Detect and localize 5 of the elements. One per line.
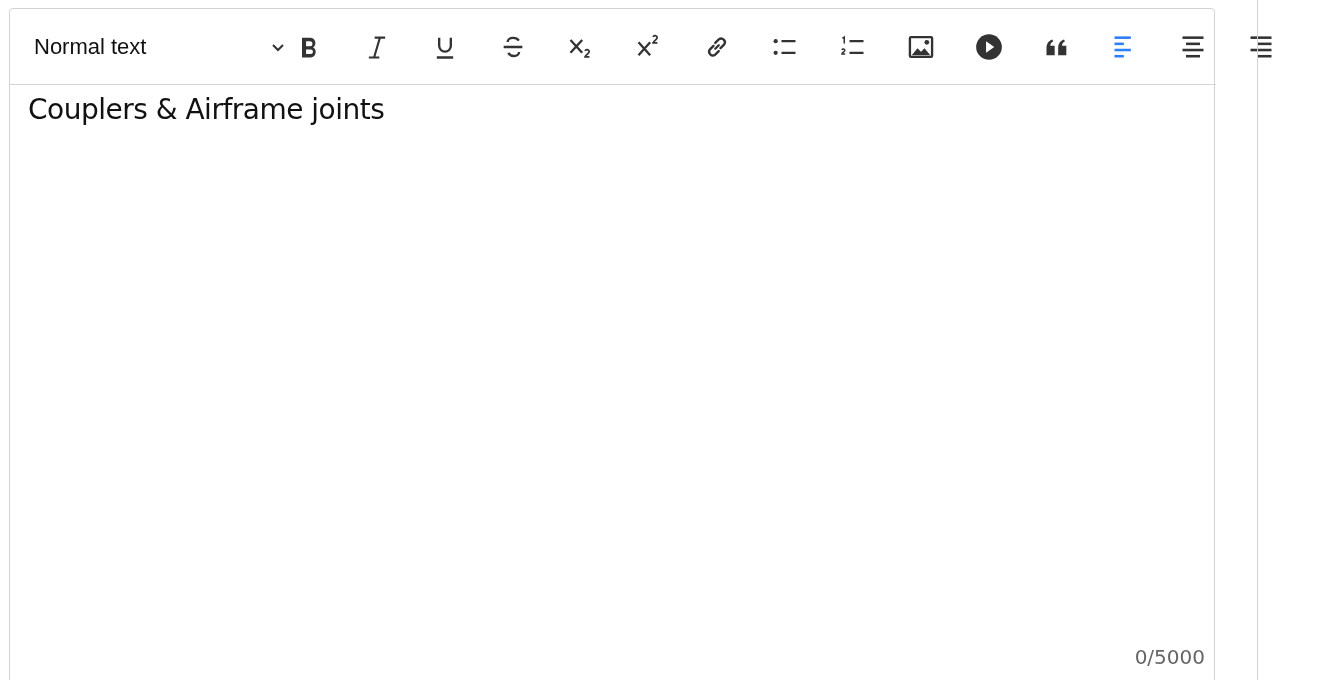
character-counter: 0/5000 xyxy=(1134,645,1205,669)
editor-content[interactable]: Couplers & Airframe joints 0/5000 xyxy=(10,85,1214,680)
video-icon xyxy=(975,32,1003,61)
text-style-dropdown[interactable]: Normal text xyxy=(34,24,286,69)
heading-text: Couplers & Airframe joints xyxy=(28,93,386,126)
